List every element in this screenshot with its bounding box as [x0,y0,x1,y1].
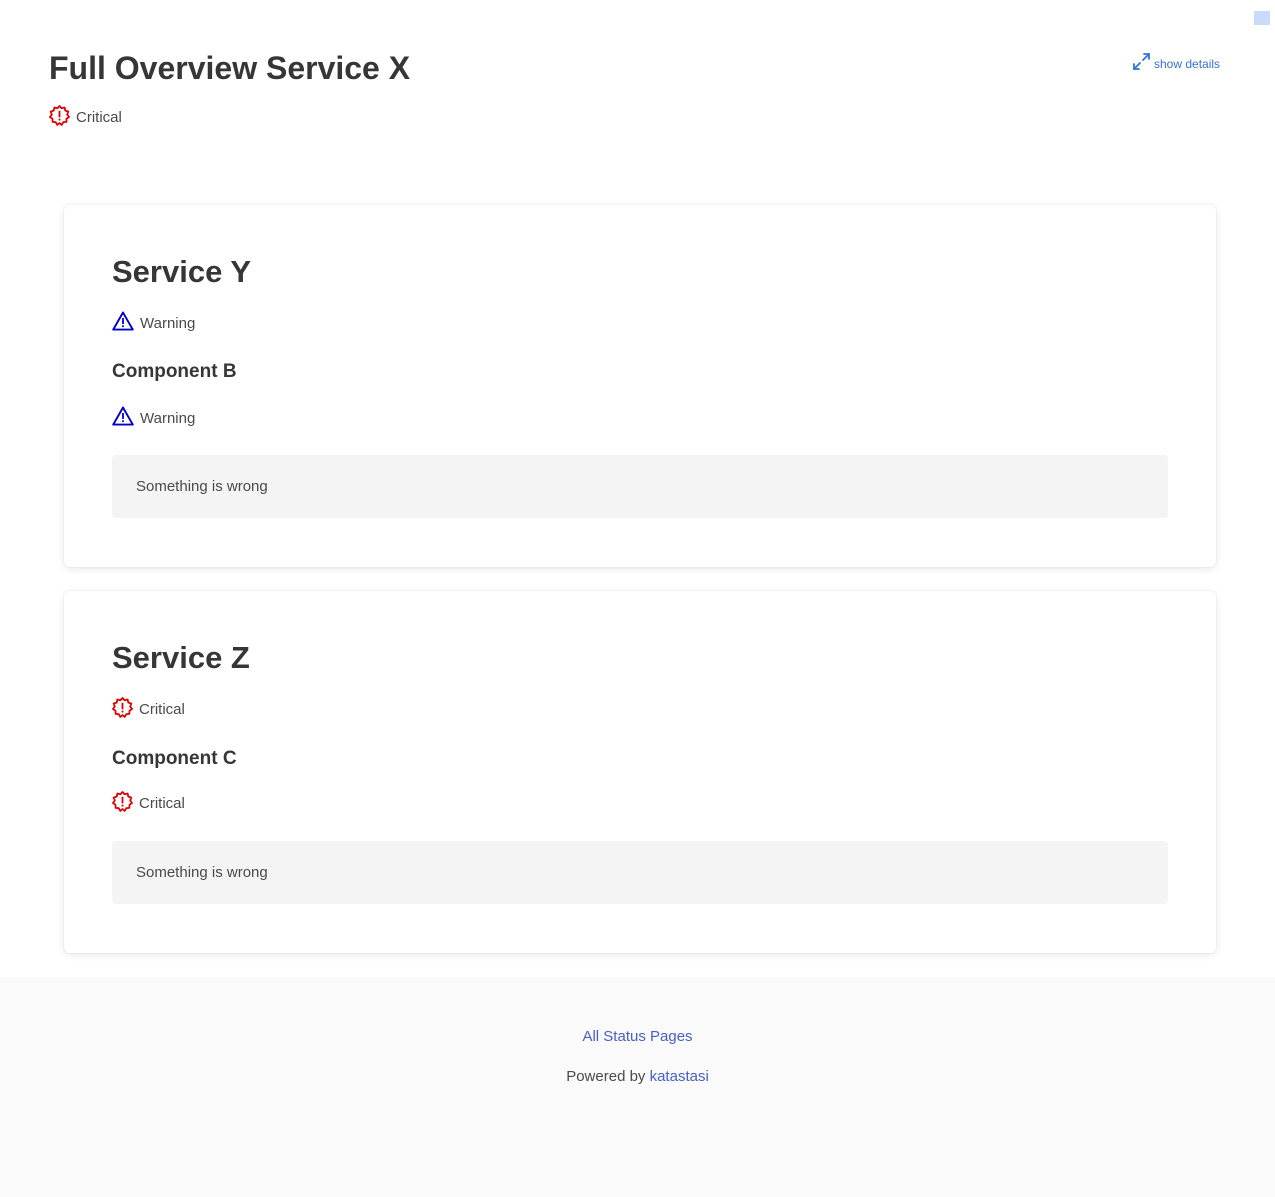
component-message-text: Something is wrong [136,478,268,495]
service-card-y: Service Y Warning Component B Warning So… [64,205,1216,567]
component-status-label: Warning [140,409,196,427]
component-title: Component B [112,361,237,382]
powered-by: Powered by katastasi [0,1068,1275,1085]
page-title: Full Overview Service X [49,50,411,86]
service-title: Service Z [112,640,250,675]
service-status-label: Warning [140,314,196,332]
service-title: Service Y [112,254,252,289]
component-message: Something is wrong [112,841,1168,904]
show-details-link[interactable]: show details [1132,52,1220,71]
corner-indicator [1254,11,1270,25]
component-status-label: Critical [139,795,185,812]
powered-by-prefix: Powered by [566,1068,646,1085]
service-status: Warning [112,311,195,335]
page-status-label: Critical [76,109,122,126]
component-message-text: Something is wrong [136,864,268,881]
service-card-z: Service Z Critical Component C Critical [64,591,1216,953]
service-status-label: Critical [139,701,185,718]
critical-badge-icon [49,105,70,130]
component-message: Something is wrong [112,455,1168,518]
warning-triangle-icon [112,406,134,430]
page-header: Full Overview Service X show details [49,46,1229,90]
critical-badge-icon [112,697,133,722]
show-details-label: show details [1154,57,1221,71]
component-status: Warning [112,406,195,430]
service-status: Critical [112,697,185,722]
footer: All Status Pages Powered by katastasi [0,977,1275,1197]
component-status: Critical [112,791,185,816]
critical-badge-icon [112,791,133,816]
katastasi-link[interactable]: katastasi [650,1068,709,1085]
warning-triangle-icon [112,311,134,335]
expand-arrows-icon [1132,52,1151,71]
all-status-pages-link[interactable]: All Status Pages [582,1028,692,1045]
page-status: Critical [49,105,122,130]
component-title: Component C [112,748,237,769]
